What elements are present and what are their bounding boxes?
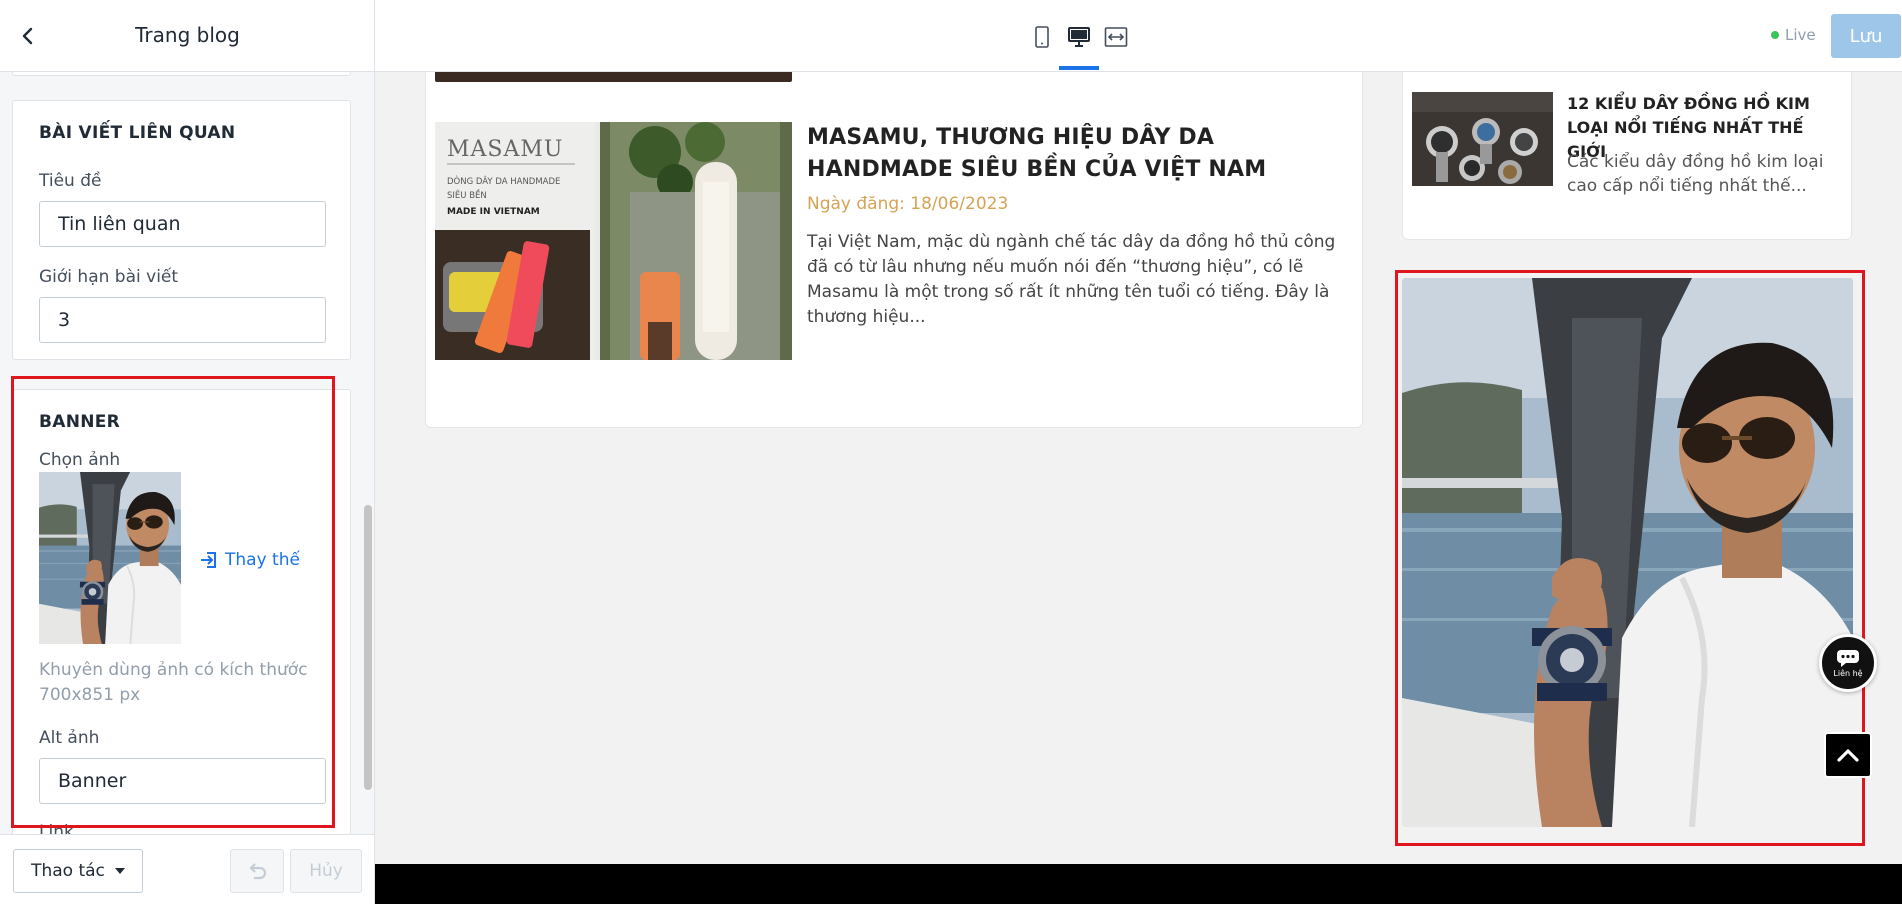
caret-down-icon [114, 868, 125, 874]
sidebar-footer: Thao tác Hủy [0, 834, 374, 904]
related-post-excerpt: Các kiểu dây đồng hồ kim loại cao cấp nổ… [1567, 152, 1824, 196]
view-fullwidth-button[interactable] [1101, 22, 1131, 52]
mobile-icon [1035, 26, 1049, 48]
live-dot-icon [1771, 31, 1779, 39]
chat-icon [1837, 650, 1859, 667]
contact-floating-button[interactable]: Liên hệ [1819, 634, 1877, 692]
related-posts-card: BÀI VIẾT LIÊN QUAN Tiêu đề Giới hạn bài … [12, 100, 351, 360]
limit-input[interactable] [39, 297, 326, 343]
post-thumbnail-image: MASAMU DÒNG DÂY DA HANDMADE SIÊU BỀN MAD… [435, 122, 792, 360]
sidebar-header: Trang blog [0, 0, 374, 72]
desktop-icon [1068, 27, 1090, 47]
chevron-up-icon [1837, 749, 1859, 762]
save-button[interactable]: Lưu [1831, 14, 1901, 58]
canvas-toolbar: Live Lưu [375, 0, 1902, 72]
actions-dropdown-button[interactable]: Thao tác [13, 849, 143, 893]
view-mobile-button[interactable] [1027, 22, 1057, 52]
post-title[interactable]: MASAMU, THƯƠNG HIỆU DÂY DA HANDMADE SIÊU… [807, 122, 1347, 186]
cancel-button[interactable]: Hủy [290, 849, 362, 893]
related-posts-title: BÀI VIẾT LIÊN QUAN [39, 123, 236, 143]
post-thumbnail[interactable]: MASAMU DÒNG DÂY DA HANDMADE SIÊU BỀN MAD… [435, 122, 792, 360]
related-post-thumbnail[interactable] [1412, 92, 1553, 186]
back-to-top-button[interactable] [1824, 732, 1872, 778]
heading-label: Tiêu đề [39, 171, 102, 191]
sidebar-scrollbar-thumb[interactable] [364, 505, 372, 790]
live-status: Live [1771, 26, 1816, 44]
post-excerpt: Tại Việt Nam, mặc dù ngành chế tác dây d… [807, 232, 1336, 327]
active-view-indicator [1059, 66, 1099, 70]
live-label: Live [1785, 26, 1816, 44]
preview-canvas: MASAMU DÒNG DÂY DA HANDMADE SIÊU BỀN MAD… [375, 72, 1902, 904]
post-date: Ngày đăng: 18/06/2023 [807, 194, 1009, 214]
thumb-line3: MADE IN VIETNAM [447, 207, 540, 217]
limit-label: Giới hạn bài viết [39, 267, 179, 287]
fullwidth-icon [1104, 27, 1128, 47]
previous-section-card [12, 72, 351, 76]
thumb-line1: DÒNG DÂY DA HANDMADE [447, 175, 560, 187]
sidebar-title: Trang blog [135, 23, 240, 47]
view-desktop-button[interactable] [1064, 22, 1094, 52]
undo-button[interactable] [230, 849, 284, 893]
previous-post-thumbnail[interactable] [435, 72, 792, 82]
actions-label: Thao tác [31, 861, 105, 881]
heading-input[interactable] [39, 201, 326, 247]
site-footer [375, 864, 1902, 904]
contact-label: Liên hệ [1833, 669, 1863, 678]
related-post-thumbnail-image [1412, 92, 1553, 186]
banner-settings-selection-outline [11, 376, 335, 828]
banner-selection-outline [1395, 270, 1865, 846]
undo-icon [249, 863, 267, 880]
thumb-brand: MASAMU [447, 137, 563, 162]
